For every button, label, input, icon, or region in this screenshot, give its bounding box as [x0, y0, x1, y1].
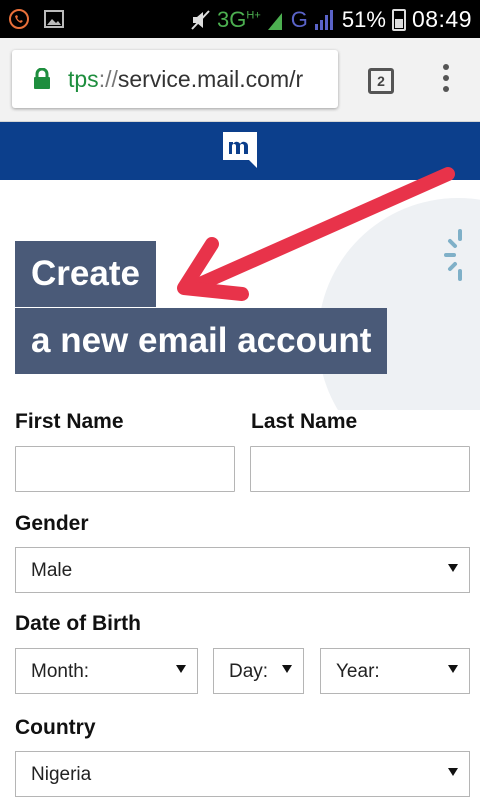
dropdown-caret-icon — [448, 564, 458, 572]
sun-decoration-icon — [444, 229, 462, 281]
clock: 08:49 — [411, 6, 472, 32]
country-select-value: Nigeria — [31, 764, 92, 785]
hero-section: Create a new email account — [0, 180, 480, 410]
gallery-icon — [44, 10, 64, 28]
dropdown-caret-icon — [176, 665, 186, 673]
dropdown-caret-icon — [448, 665, 458, 673]
country-select[interactable]: Nigeria — [15, 751, 470, 797]
page-title-line-2: a new email account — [15, 308, 388, 374]
network-type: 3GH+ — [217, 6, 261, 32]
dropdown-caret-icon — [282, 665, 292, 673]
country-label: Country — [15, 716, 96, 739]
signal-icon-1 — [267, 12, 282, 30]
lock-icon — [34, 68, 50, 89]
month-select-value: Month: — [31, 661, 90, 682]
overflow-menu-icon[interactable] — [436, 64, 456, 98]
page-title-line-1: Create — [15, 241, 156, 307]
address-bar[interactable]: tps://service.mail.com/r — [12, 50, 338, 108]
status-bar: 3GH+ G 51% 08:49 — [0, 0, 480, 38]
last-name-input[interactable] — [250, 446, 470, 492]
carrier-g: G — [290, 6, 308, 32]
browser-toolbar: tps://service.mail.com/r 2 — [0, 38, 480, 122]
date-of-birth-label: Date of Birth — [15, 612, 141, 635]
tab-switcher-button[interactable]: 2 — [368, 68, 394, 94]
gender-label: Gender — [15, 512, 89, 535]
last-name-label: Last Name — [251, 410, 358, 433]
first-name-input[interactable] — [15, 446, 235, 492]
battery-icon — [391, 8, 406, 31]
battery-percent: 51% — [341, 6, 386, 32]
month-select[interactable]: Month: — [15, 648, 198, 694]
dropdown-caret-icon — [448, 768, 458, 776]
gender-select-value: Male — [31, 560, 73, 581]
year-select[interactable]: Year: — [320, 648, 470, 694]
signal-icon-2 — [314, 9, 333, 30]
first-name-label: First Name — [15, 410, 124, 433]
mail-com-logo[interactable] — [221, 130, 259, 170]
mute-icon — [191, 9, 210, 30]
whatsapp-icon — [9, 9, 29, 29]
url-text: tps://service.mail.com/r — [68, 66, 304, 92]
gender-select[interactable]: Male — [15, 547, 470, 593]
day-select[interactable]: Day: — [213, 648, 304, 694]
site-header — [0, 122, 480, 180]
day-select-value: Day: — [229, 661, 269, 682]
year-select-value: Year: — [336, 661, 380, 682]
